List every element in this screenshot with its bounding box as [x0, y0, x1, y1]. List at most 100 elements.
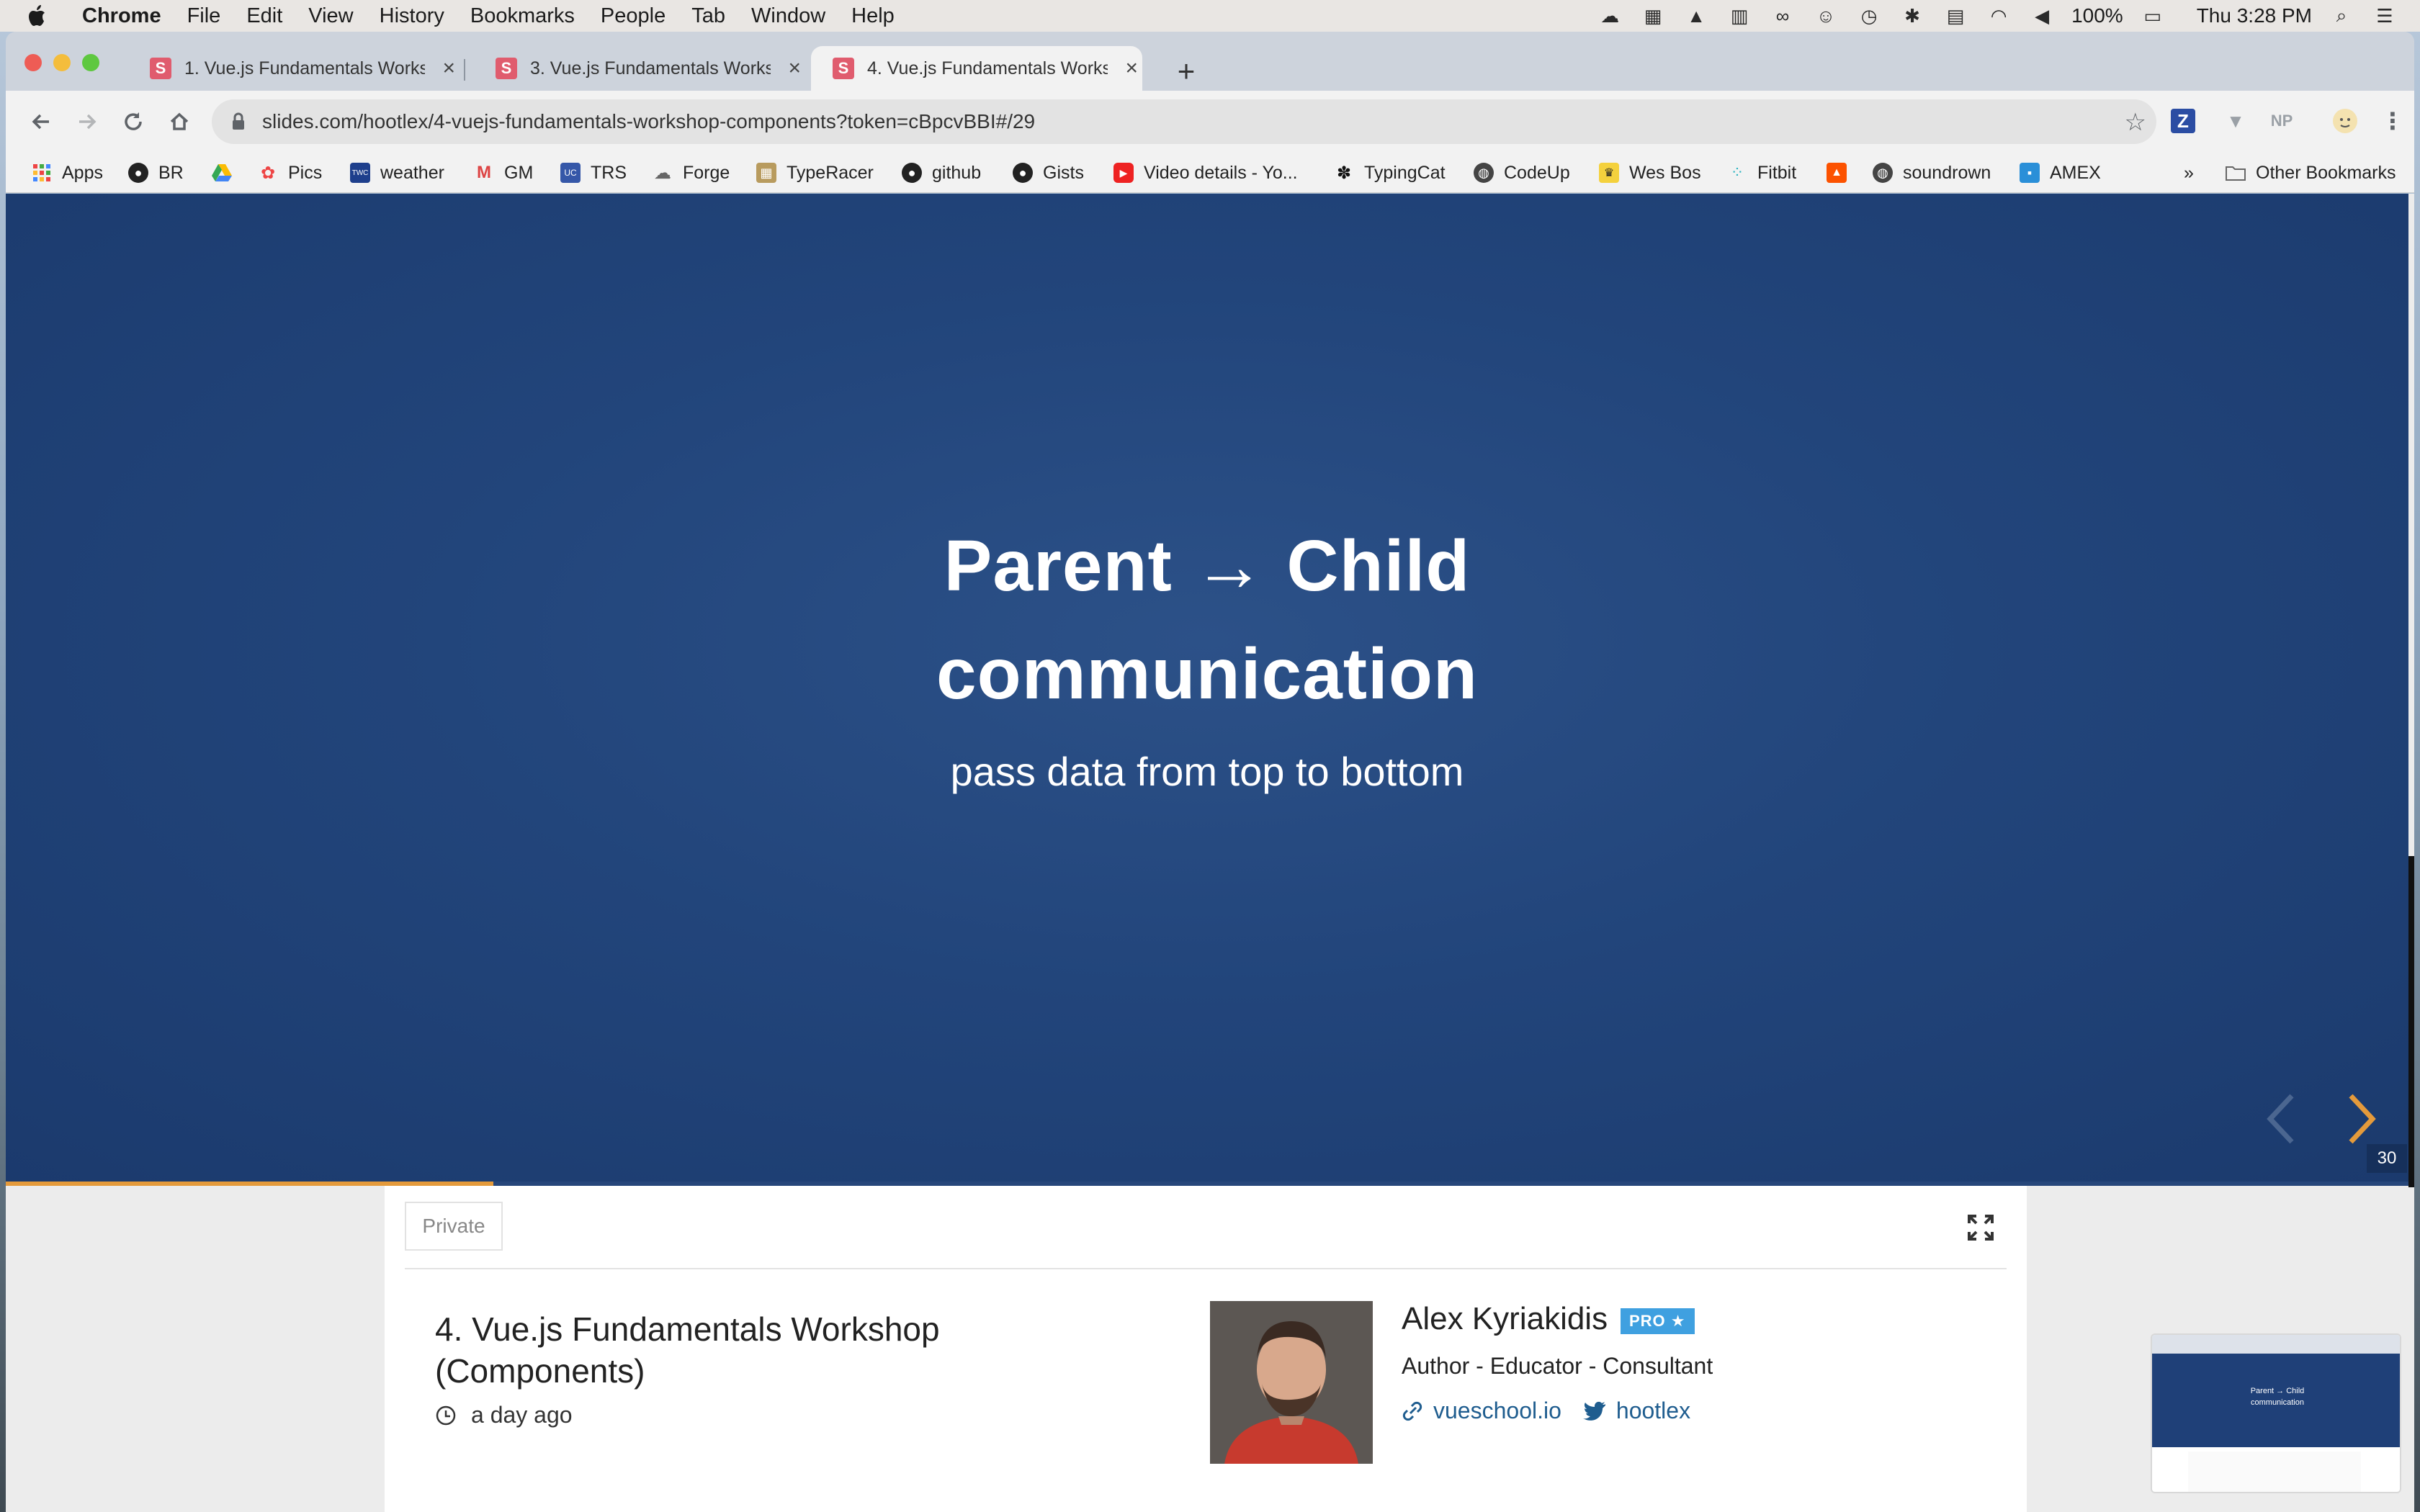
bookmark-star-icon[interactable]: ☆ — [2125, 108, 2146, 137]
close-tab-icon[interactable]: × — [1121, 56, 1142, 81]
docker-icon[interactable]: ▦ — [1639, 5, 1667, 27]
apple-logo-icon[interactable] — [26, 4, 60, 27]
bookmark-drive[interactable] — [212, 160, 242, 186]
author-website-link[interactable]: vueschool.io — [1402, 1398, 1561, 1424]
app-menu-chrome[interactable]: Chrome — [82, 4, 161, 28]
menu-bookmarks[interactable]: Bookmarks — [470, 4, 575, 28]
vue-devtools-icon[interactable]: ▼ — [2220, 105, 2251, 137]
bookmark-fitbit[interactable]: ⁘ Fitbit — [1727, 160, 1796, 186]
battery-icon[interactable]: ▭ — [2139, 5, 2166, 27]
author-twitter-link[interactable]: hootlex — [1582, 1398, 1690, 1424]
menu-history[interactable]: History — [380, 4, 444, 28]
menu-tab[interactable]: Tab — [691, 4, 725, 28]
bookmark-github[interactable]: ● github — [902, 160, 981, 186]
forward-button[interactable] — [71, 105, 104, 138]
screenshot-thumbnail-preview[interactable]: Parent → Child communication — [2151, 1333, 2401, 1493]
youtube-icon: ▶ — [1113, 163, 1134, 183]
bookmark-label: github — [932, 162, 982, 183]
other-bookmarks-folder[interactable]: Other Bookmarks — [2226, 160, 2396, 186]
address-bar[interactable]: slides.com/hootlex/4-vuejs-fundamentals-… — [212, 99, 2156, 144]
lock-icon[interactable] — [228, 112, 249, 131]
slides-favicon-icon: S — [833, 58, 854, 79]
menubar-clock[interactable]: Thu 3:28 PM — [2197, 4, 2312, 27]
bookmark-wes-bos[interactable]: ♛ Wes Bos — [1599, 160, 1701, 186]
tab-3-active[interactable]: S 4. Vue.js Fundamentals Workshop × — [811, 46, 1142, 91]
chrome-menu-icon[interactable]: ⋮ — [2377, 105, 2408, 137]
np-extension-icon[interactable]: NP — [2266, 105, 2298, 137]
bookmark-weather[interactable]: TWC weather — [350, 160, 444, 186]
bookmark-gists[interactable]: ● Gists — [1013, 160, 1084, 186]
bookmark-strava[interactable]: ▲ — [1827, 160, 1857, 186]
profile-avatar-icon[interactable] — [2329, 105, 2361, 137]
bookmark-label: Other Bookmarks — [2256, 162, 2396, 183]
slide-canvas[interactable]: Parent → Child communication pass data f… — [6, 194, 2408, 1186]
zoom-window-button[interactable] — [82, 54, 99, 71]
author-name[interactable]: Alex Kyriakidis — [1402, 1301, 1608, 1337]
bluetooth-icon[interactable]: ✱ — [1899, 5, 1926, 27]
reload-button[interactable] — [117, 105, 150, 138]
gmail-icon: M — [477, 163, 491, 182]
bookmark-typingcat[interactable]: ✽ TypingCat — [1334, 160, 1446, 186]
bookmark-trs[interactable]: UC TRS — [560, 160, 627, 186]
arrow-logo-icon[interactable]: ▲ — [1682, 5, 1710, 27]
bookmark-video-details[interactable]: ▶ Video details - Yo... — [1113, 160, 1298, 186]
bookmark-forge[interactable]: ☁ Forge — [653, 160, 730, 186]
github-icon: ● — [1013, 163, 1033, 183]
bookmarks-overflow-chevron[interactable]: » — [2184, 160, 2194, 186]
visibility-badge: Private — [405, 1202, 503, 1251]
time-machine-icon[interactable]: ◷ — [1855, 5, 1883, 27]
minimize-window-button[interactable] — [53, 54, 71, 71]
bookmark-label: Gists — [1043, 162, 1084, 183]
spotlight-search-icon[interactable]: ⌕ — [2328, 4, 2355, 27]
z-extension-icon[interactable]: Z — [2171, 109, 2195, 133]
close-tab-icon[interactable]: × — [438, 56, 460, 81]
bookmarks-bar: Apps ● BR ✿ Pics TWC weather M GM UC TRS — [6, 153, 2414, 193]
volume-icon[interactable]: ◀ — [2028, 5, 2056, 27]
bookmark-label: CodeUp — [1504, 162, 1570, 183]
bookmark-label: Forge — [683, 162, 730, 183]
menu-edit[interactable]: Edit — [246, 4, 282, 28]
tab-strip: S 1. Vue.js Fundamentals Workshop × S 3.… — [6, 32, 2414, 91]
audio-bars-icon[interactable]: ▥ — [1726, 5, 1753, 27]
bookmark-label: AMEX — [2050, 162, 2101, 183]
bookmark-codeup[interactable]: ◍ CodeUp — [1474, 160, 1570, 186]
next-slide-arrow-icon[interactable] — [2339, 1090, 2383, 1148]
bookmark-pics[interactable]: ✿ Pics — [258, 160, 322, 186]
wifi-icon[interactable]: ◠ — [1985, 5, 2012, 27]
bookmark-gm[interactable]: M GM — [474, 160, 533, 186]
back-button[interactable] — [24, 105, 58, 138]
accessibility-icon[interactable]: ☺ — [1812, 5, 1839, 27]
bookmark-label: Pics — [288, 162, 323, 183]
bookmark-br[interactable]: ● BR — [128, 160, 184, 186]
browser-toolbar: slides.com/hootlex/4-vuejs-fundamentals-… — [6, 91, 2414, 153]
slides-favicon-icon: S — [150, 58, 171, 79]
tab-1[interactable]: S 1. Vue.js Fundamentals Workshop × — [128, 46, 460, 91]
author-avatar[interactable] — [1210, 1301, 1373, 1464]
tab-2[interactable]: S 3. Vue.js Fundamentals Workshop × — [474, 46, 805, 91]
menu-file[interactable]: File — [187, 4, 221, 28]
globe-icon: ◍ — [1873, 163, 1893, 183]
menu-help[interactable]: Help — [851, 4, 895, 28]
fullscreen-icon[interactable] — [1966, 1213, 1995, 1242]
bookmark-apps[interactable]: Apps — [32, 160, 103, 186]
glasses-icon[interactable]: ∞ — [1769, 5, 1796, 27]
notification-center-icon[interactable]: ☰ — [2371, 5, 2398, 27]
menu-people[interactable]: People — [601, 4, 666, 28]
keyboard-icon[interactable]: ▤ — [1942, 5, 1969, 27]
tab-title: 4. Vue.js Fundamentals Workshop — [867, 58, 1108, 78]
creative-cloud-icon[interactable]: ☁ — [1596, 5, 1623, 27]
bookmark-label: GM — [504, 162, 534, 183]
bookmark-amex[interactable]: ▪ AMEX — [2020, 160, 2101, 186]
menu-view[interactable]: View — [308, 4, 353, 28]
tab-title: 1. Vue.js Fundamentals Workshop — [184, 58, 426, 78]
new-tab-button[interactable]: + — [1168, 53, 1204, 89]
home-button[interactable] — [163, 105, 196, 138]
close-window-button[interactable] — [24, 54, 42, 71]
menu-window[interactable]: Window — [751, 4, 825, 28]
thumbnail-info-panel — [2188, 1452, 2361, 1492]
page-scrollbar[interactable] — [2408, 856, 2414, 1187]
bookmark-soundrown[interactable]: ◍ soundrown — [1873, 160, 1991, 186]
previous-slide-arrow-icon[interactable] — [2260, 1090, 2303, 1148]
close-tab-icon[interactable]: × — [784, 56, 805, 81]
bookmark-typeracer[interactable]: ▦ TypeRacer — [756, 160, 874, 186]
